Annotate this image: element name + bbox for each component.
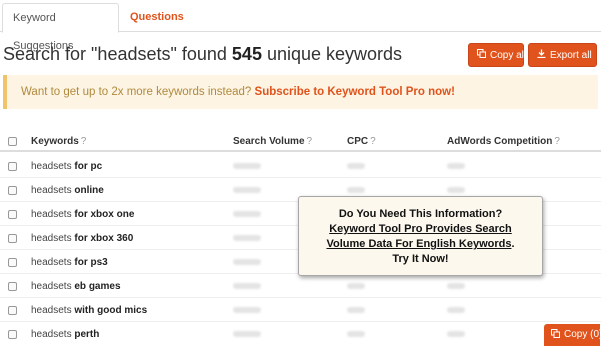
keyword-cell[interactable]: headsets online — [31, 185, 104, 196]
keyword-count: 545 — [231, 44, 262, 64]
table-row: headsets for pc — [0, 154, 601, 178]
search-volume-blurred — [233, 235, 261, 241]
keyword-cell[interactable]: headsets for pc — [31, 161, 102, 172]
keyword-cell[interactable]: headsets for xbox one — [31, 209, 134, 220]
promo-text: Want to get up to 2x more keywords inste… — [21, 86, 255, 98]
copy-all-label: Copy all — [490, 50, 527, 61]
competition-blurred — [447, 331, 465, 337]
copy-selected-button[interactable]: Copy (0) — [544, 324, 601, 346]
competition-blurred — [447, 283, 465, 289]
col-header-cpc[interactable]: CPC? — [347, 136, 376, 147]
caret-down-icon: ▼ — [596, 53, 601, 60]
try-it-now-text[interactable]: Try It Now! — [299, 252, 542, 267]
tab-keyword-suggestions[interactable]: Keyword Suggestions — [2, 3, 119, 52]
row-checkbox[interactable] — [8, 306, 17, 315]
tab-questions[interactable]: Questions — [122, 3, 194, 33]
results-headline: Search for "headsets" found 545 unique k… — [3, 44, 402, 65]
keyword-cell[interactable]: headsets for ps3 — [31, 257, 108, 268]
search-volume-blurred — [233, 307, 261, 313]
row-checkbox[interactable] — [8, 330, 17, 339]
upgrade-promo-banner: Want to get up to 2x more keywords inste… — [3, 75, 598, 109]
export-all-label: Export all — [550, 50, 592, 61]
cpc-blurred — [347, 307, 365, 313]
search-volume-blurred — [233, 187, 261, 193]
cpc-blurred — [347, 283, 365, 289]
table-row: headsets perth — [0, 322, 601, 346]
keyword-tool-pro-link[interactable]: Keyword Tool Pro Provides Search — [329, 223, 512, 235]
headline-prefix: Search for "headsets" found — [3, 44, 232, 64]
row-checkbox[interactable] — [8, 186, 17, 195]
row-checkbox[interactable] — [8, 234, 17, 243]
row-checkbox[interactable] — [8, 282, 17, 291]
copy-all-button[interactable]: Copy all — [468, 43, 527, 68]
row-checkbox[interactable] — [8, 162, 17, 171]
search-volume-blurred — [233, 283, 261, 289]
table-row: headsets with good mics — [0, 298, 601, 322]
export-icon — [537, 44, 546, 68]
cpc-blurred — [347, 163, 365, 169]
copy-icon — [551, 325, 560, 346]
subscribe-link[interactable]: Subscribe to Keyword Tool Pro now! — [255, 86, 455, 98]
competition-blurred — [447, 163, 465, 169]
competition-blurred — [447, 187, 465, 193]
tab-bar: Keyword Suggestions Questions — [0, 0, 601, 52]
keyword-cell[interactable]: headsets for xbox 360 — [31, 233, 133, 244]
competition-blurred — [447, 307, 465, 313]
copy-icon — [477, 44, 486, 68]
search-volume-blurred — [233, 331, 261, 337]
keyword-cell[interactable]: headsets with good mics — [31, 305, 147, 316]
col-header-adwords-competition[interactable]: AdWords Competition? — [447, 136, 560, 147]
row-checkbox[interactable] — [8, 258, 17, 267]
select-all-checkbox[interactable] — [8, 137, 17, 146]
keyword-tool-pro-link-cont[interactable]: Volume Data For English Keywords — [326, 238, 511, 250]
cpc-blurred — [347, 331, 365, 337]
export-all-button[interactable]: Export all ▼ — [528, 43, 601, 68]
col-header-keywords[interactable]: Keywords? — [31, 136, 86, 147]
help-icon[interactable]: ? — [554, 136, 560, 147]
copy-count-label: Copy (0) — [564, 329, 601, 340]
search-volume-blurred — [233, 211, 261, 217]
help-icon[interactable]: ? — [307, 136, 313, 147]
help-icon[interactable]: ? — [81, 136, 87, 147]
upgrade-popup: Do You Need This Information? Keyword To… — [298, 196, 543, 276]
headline-suffix: unique keywords — [261, 44, 403, 64]
table-row: headsets eb games — [0, 274, 601, 298]
keyword-cell[interactable]: headsets perth — [31, 329, 99, 340]
table-header: Keywords? Search Volume? CPC? AdWords Co… — [0, 130, 601, 152]
cpc-blurred — [347, 187, 365, 193]
col-header-search-volume[interactable]: Search Volume? — [233, 136, 312, 147]
keyword-cell[interactable]: headsets eb games — [31, 281, 121, 292]
row-checkbox[interactable] — [8, 210, 17, 219]
help-icon[interactable]: ? — [370, 136, 376, 147]
search-volume-blurred — [233, 163, 261, 169]
search-volume-blurred — [233, 259, 261, 265]
popup-title: Do You Need This Information? — [338, 208, 503, 220]
